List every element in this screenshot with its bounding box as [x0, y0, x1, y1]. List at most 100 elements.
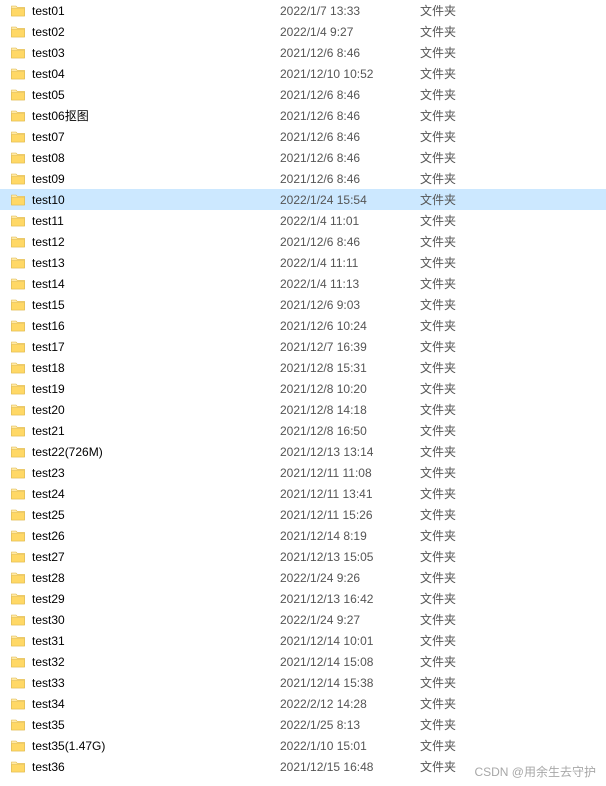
file-date: 2021/12/14 8:19: [280, 529, 420, 543]
file-date: 2021/12/14 15:38: [280, 676, 420, 690]
file-row[interactable]: test252021/12/11 15:26文件夹: [0, 504, 606, 525]
file-row[interactable]: test172021/12/7 16:39文件夹: [0, 336, 606, 357]
file-date: 2021/12/6 8:46: [280, 151, 420, 165]
file-date: 2021/12/6 8:46: [280, 172, 420, 186]
file-row[interactable]: test312021/12/14 10:01文件夹: [0, 630, 606, 651]
folder-icon: [10, 297, 26, 313]
file-name: test01: [32, 4, 280, 18]
file-type: 文件夹: [420, 653, 500, 670]
file-list[interactable]: test012022/1/7 13:33文件夹 test022022/1/4 9…: [0, 0, 606, 777]
file-name: test08: [32, 151, 280, 165]
file-date: 2021/12/8 15:31: [280, 361, 420, 375]
file-date: 2021/12/6 10:24: [280, 319, 420, 333]
file-row[interactable]: test282022/1/24 9:26文件夹: [0, 567, 606, 588]
file-row[interactable]: test032021/12/6 8:46文件夹: [0, 42, 606, 63]
file-date: 2022/1/25 8:13: [280, 718, 420, 732]
file-row[interactable]: test012022/1/7 13:33文件夹: [0, 0, 606, 21]
file-row[interactable]: test06抠图2021/12/6 8:46文件夹: [0, 105, 606, 126]
file-row[interactable]: test302022/1/24 9:27文件夹: [0, 609, 606, 630]
file-row[interactable]: test322021/12/14 15:08文件夹: [0, 651, 606, 672]
file-date: 2022/1/4 9:27: [280, 25, 420, 39]
file-type: 文件夹: [420, 2, 500, 19]
file-row[interactable]: test342022/2/12 14:28文件夹: [0, 693, 606, 714]
file-row[interactable]: test212021/12/8 16:50文件夹: [0, 420, 606, 441]
file-date: 2021/12/13 15:05: [280, 550, 420, 564]
folder-icon: [10, 360, 26, 376]
folder-icon: [10, 654, 26, 670]
folder-icon: [10, 87, 26, 103]
file-row[interactable]: test352022/1/25 8:13文件夹: [0, 714, 606, 735]
file-row[interactable]: test292021/12/13 16:42文件夹: [0, 588, 606, 609]
folder-icon: [10, 675, 26, 691]
file-date: 2021/12/6 8:46: [280, 109, 420, 123]
file-row[interactable]: test022022/1/4 9:27文件夹: [0, 21, 606, 42]
file-name: test02: [32, 25, 280, 39]
folder-icon: [10, 129, 26, 145]
file-type: 文件夹: [420, 464, 500, 481]
file-row[interactable]: test182021/12/8 15:31文件夹: [0, 357, 606, 378]
file-name: test22(726M): [32, 445, 280, 459]
file-date: 2022/1/24 9:26: [280, 571, 420, 585]
file-row[interactable]: test072021/12/6 8:46文件夹: [0, 126, 606, 147]
file-row[interactable]: test162021/12/6 10:24文件夹: [0, 315, 606, 336]
file-name: test15: [32, 298, 280, 312]
folder-icon: [10, 45, 26, 61]
file-type: 文件夹: [420, 86, 500, 103]
file-row[interactable]: test152021/12/6 9:03文件夹: [0, 294, 606, 315]
folder-icon: [10, 423, 26, 439]
file-row[interactable]: test242021/12/11 13:41文件夹: [0, 483, 606, 504]
file-row[interactable]: test102022/1/24 15:54文件夹: [0, 189, 606, 210]
file-name: test26: [32, 529, 280, 543]
file-date: 2021/12/6 9:03: [280, 298, 420, 312]
file-row[interactable]: test332021/12/14 15:38文件夹: [0, 672, 606, 693]
file-date: 2021/12/8 14:18: [280, 403, 420, 417]
file-date: 2022/1/24 9:27: [280, 613, 420, 627]
file-name: test23: [32, 466, 280, 480]
file-row[interactable]: test35(1.47G)2022/1/10 15:01文件夹: [0, 735, 606, 756]
file-row[interactable]: test122021/12/6 8:46文件夹: [0, 231, 606, 252]
folder-icon: [10, 234, 26, 250]
file-type: 文件夹: [420, 44, 500, 61]
file-row[interactable]: test202021/12/8 14:18文件夹: [0, 399, 606, 420]
file-name: test06抠图: [32, 107, 280, 124]
folder-icon: [10, 549, 26, 565]
file-row[interactable]: test092021/12/6 8:46文件夹: [0, 168, 606, 189]
file-name: test21: [32, 424, 280, 438]
file-row[interactable]: test22(726M)2021/12/13 13:14文件夹: [0, 441, 606, 462]
file-name: test14: [32, 277, 280, 291]
file-row[interactable]: test262021/12/14 8:19文件夹: [0, 525, 606, 546]
file-type: 文件夹: [420, 422, 500, 439]
file-row[interactable]: test042021/12/10 10:52文件夹: [0, 63, 606, 84]
file-name: test10: [32, 193, 280, 207]
file-date: 2021/12/15 16:48: [280, 760, 420, 774]
folder-icon: [10, 192, 26, 208]
file-row[interactable]: test112022/1/4 11:01文件夹: [0, 210, 606, 231]
folder-icon: [10, 255, 26, 271]
file-date: 2021/12/11 13:41: [280, 487, 420, 501]
file-row[interactable]: test192021/12/8 10:20文件夹: [0, 378, 606, 399]
file-name: test12: [32, 235, 280, 249]
file-type: 文件夹: [420, 506, 500, 523]
file-row[interactable]: test232021/12/11 11:08文件夹: [0, 462, 606, 483]
file-name: test25: [32, 508, 280, 522]
file-date: 2022/1/10 15:01: [280, 739, 420, 753]
file-date: 2021/12/7 16:39: [280, 340, 420, 354]
file-type: 文件夹: [420, 128, 500, 145]
file-type: 文件夹: [420, 191, 500, 208]
file-type: 文件夹: [420, 632, 500, 649]
file-row[interactable]: test272021/12/13 15:05文件夹: [0, 546, 606, 567]
file-row[interactable]: test082021/12/6 8:46文件夹: [0, 147, 606, 168]
file-type: 文件夹: [420, 380, 500, 397]
file-name: test11: [32, 214, 280, 228]
file-name: test32: [32, 655, 280, 669]
file-name: test17: [32, 340, 280, 354]
file-row[interactable]: test132022/1/4 11:11文件夹: [0, 252, 606, 273]
file-row[interactable]: test362021/12/15 16:48文件夹: [0, 756, 606, 777]
file-row[interactable]: test142022/1/4 11:13文件夹: [0, 273, 606, 294]
file-date: 2022/1/7 13:33: [280, 4, 420, 18]
file-name: test20: [32, 403, 280, 417]
file-name: test09: [32, 172, 280, 186]
file-type: 文件夹: [420, 338, 500, 355]
file-row[interactable]: test052021/12/6 8:46文件夹: [0, 84, 606, 105]
file-type: 文件夹: [420, 254, 500, 271]
